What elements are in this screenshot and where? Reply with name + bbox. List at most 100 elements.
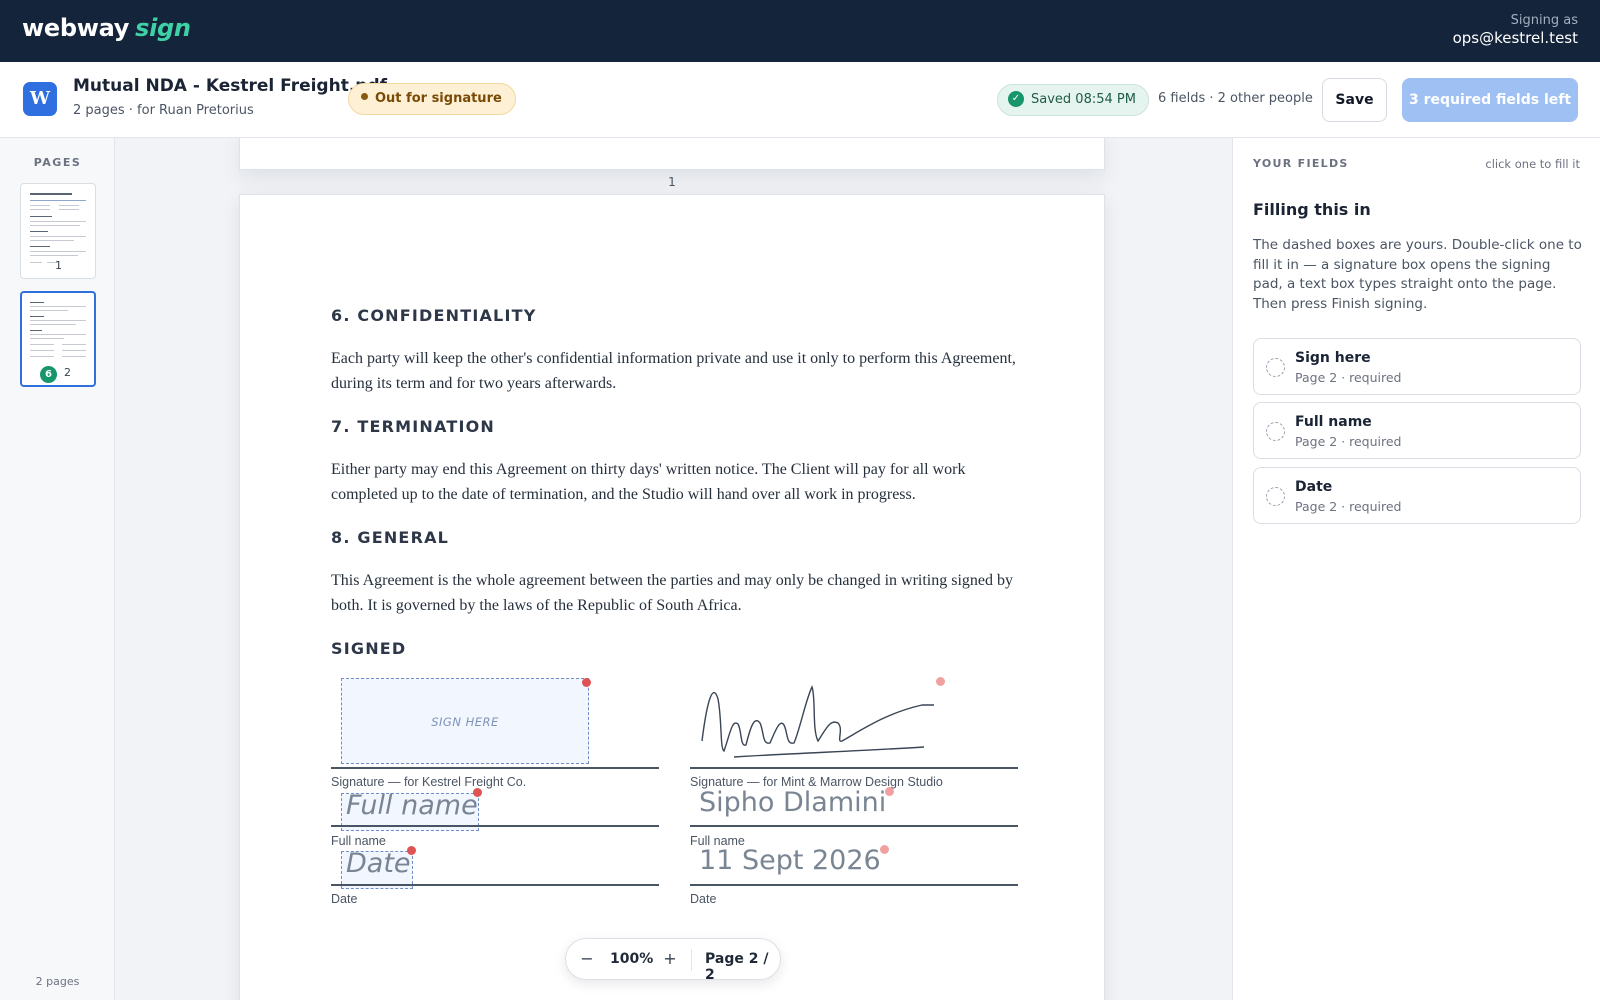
- zoom-toolbar: − 100% + Page 2 / 2: [565, 938, 781, 983]
- field-item-meta: Page 2 · required: [1295, 499, 1402, 514]
- date-caption: Date: [690, 892, 717, 906]
- signature-field[interactable]: SIGN HERE: [341, 678, 589, 764]
- full-name-placeholder: Full name: [346, 790, 478, 821]
- date-line: [690, 884, 1018, 886]
- pages-title: PAGES: [33, 156, 82, 169]
- thumb-line: [30, 350, 54, 351]
- brand-accent: sign: [135, 14, 191, 42]
- save-button[interactable]: Save: [1322, 78, 1387, 122]
- thumb-line: [30, 225, 80, 226]
- status-dot-icon: [361, 93, 368, 100]
- signing-as: Signing as ops@kestrel.test: [1453, 13, 1578, 47]
- full-name-caption: Full name: [331, 834, 386, 848]
- signature-line: [690, 767, 1018, 769]
- field-marker: [885, 787, 894, 796]
- thumb-page-number: 2: [64, 366, 71, 379]
- date-caption: Date: [331, 892, 358, 906]
- document-subtitle: 2 pages · for Ruan Pretorius: [73, 103, 254, 118]
- document-page-2: 6. CONFIDENTIALITY Each party will keep …: [239, 194, 1105, 1000]
- signed-heading: SIGNED: [331, 639, 407, 658]
- status-badge: Out for signature: [348, 83, 516, 115]
- thumb-line: [30, 310, 68, 311]
- brand-name: webway: [22, 14, 130, 42]
- section-heading: 7. TERMINATION: [331, 417, 496, 436]
- field-item-name: Sign here: [1295, 350, 1371, 366]
- divider: [691, 949, 692, 971]
- field-marker: [880, 845, 889, 854]
- brand-logo[interactable]: webway sign: [22, 14, 191, 42]
- thumb-page-number: 1: [55, 259, 62, 272]
- previous-page: [239, 138, 1105, 170]
- field-item-meta: Page 2 · required: [1295, 370, 1402, 385]
- fields-summary: 6 fields · 2 other people: [1158, 91, 1313, 106]
- section-heading: 8. GENERAL: [331, 528, 450, 547]
- zoom-in-button[interactable]: +: [659, 948, 681, 970]
- document-header: W Mutual NDA - Kestrel Freight.pdf 2 pag…: [0, 62, 1600, 138]
- panel-header: YOUR FIELDS: [1253, 157, 1349, 170]
- document-canvas[interactable]: 1 6. CONFIDENTIALITY Each party will kee…: [115, 138, 1232, 1000]
- pages-sidebar: PAGES 1 6 2 2 pages: [0, 138, 115, 1000]
- thumb-line: [59, 205, 79, 206]
- page-number-label: 1: [668, 175, 676, 189]
- check-icon: ✓: [1008, 90, 1024, 107]
- page-thumbnail-2[interactable]: 6 2: [20, 291, 96, 387]
- required-marker: [582, 678, 591, 687]
- page-thumbnail-1[interactable]: 1: [20, 183, 96, 279]
- fields-count-badge: 6: [40, 366, 57, 383]
- thumb-line: [59, 209, 79, 210]
- pending-circle-icon: [1266, 422, 1285, 441]
- zoom-level: 100%: [610, 951, 654, 967]
- document-title: Mutual NDA - Kestrel Freight.pdf: [73, 76, 388, 96]
- field-item-meta: Page 2 · required: [1295, 434, 1402, 449]
- signing-as-email: ops@kestrel.test: [1452, 29, 1578, 47]
- thumb-line: [30, 320, 86, 321]
- thumb-line: [30, 302, 44, 303]
- panel-title: Filling this in: [1253, 200, 1371, 219]
- thumb-line: [30, 344, 54, 345]
- pages-count: 2 pages: [35, 975, 80, 988]
- thumb-line: [30, 306, 86, 307]
- fields-panel: YOUR FIELDS click one to fill it Filling…: [1232, 138, 1600, 1000]
- thumb-line: [30, 205, 50, 206]
- thumb-line: [30, 316, 44, 317]
- status-label: Out for signature: [375, 91, 502, 106]
- drawn-signature: [701, 685, 934, 758]
- pending-circle-icon: [1266, 358, 1285, 377]
- zoom-out-button[interactable]: −: [576, 948, 598, 970]
- page-indicator: Page 2 / 2: [705, 951, 769, 983]
- field-item-name: Full name: [1295, 414, 1372, 430]
- document-logo-icon: W: [23, 82, 57, 116]
- thumb-line: [62, 350, 86, 351]
- thumb-line: [30, 251, 86, 252]
- date-placeholder: Date: [346, 848, 411, 879]
- thumb-line: [30, 221, 86, 222]
- thumb-line: [30, 330, 42, 331]
- panel-hint: click one to fill it: [1485, 157, 1580, 171]
- thumb-line: [30, 231, 48, 232]
- section-body: Either party may end this Agreement on t…: [331, 461, 966, 503]
- thumb-line: [30, 255, 78, 256]
- top-bar: webway sign Signing as ops@kestrel.test: [0, 0, 1600, 62]
- finish-signing-button[interactable]: 3 required fields left: [1402, 78, 1578, 122]
- field-marker: [936, 677, 945, 686]
- thumb-line: [30, 209, 50, 210]
- field-item-sign-here[interactable]: Sign here Page 2 · required: [1253, 338, 1581, 395]
- signature-line: [331, 767, 659, 769]
- pending-circle-icon: [1266, 487, 1285, 506]
- date-value: 11 Sept 2026: [699, 845, 881, 876]
- saved-label: Saved 08:54 PM: [1031, 92, 1136, 107]
- saved-indicator: ✓ Saved 08:54 PM: [997, 84, 1149, 116]
- signing-as-label: Signing as: [1510, 13, 1578, 28]
- thumb-line: [30, 236, 86, 237]
- field-item-date[interactable]: Date Page 2 · required: [1253, 467, 1581, 524]
- date-line: [331, 884, 659, 886]
- panel-description: The dashed boxes are yours. Double-click…: [1253, 237, 1582, 312]
- thumb-line: [30, 334, 86, 335]
- section-body: Each party will keep the other's confide…: [331, 350, 1016, 392]
- field-item-full-name[interactable]: Full name Page 2 · required: [1253, 402, 1581, 459]
- thumb-line: [62, 344, 86, 345]
- full-name-line: [690, 825, 1018, 827]
- required-marker: [473, 788, 482, 797]
- section-heading: 6. CONFIDENTIALITY: [331, 306, 537, 325]
- thumb-line: [30, 200, 86, 201]
